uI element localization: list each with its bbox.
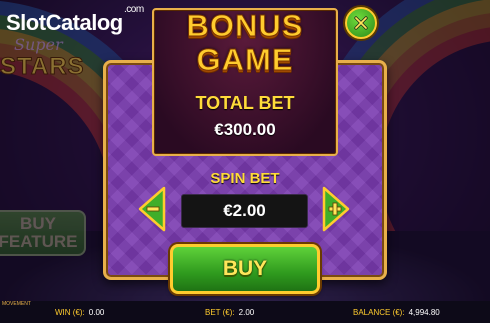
decrease-bet-button[interactable] [136, 186, 166, 232]
dialog-title-line1: BONUS [186, 8, 304, 44]
status-bet-label: BET (€): [205, 308, 235, 317]
status-bet-value: 2.00 [238, 308, 255, 317]
dialog-title-line2: GAME [196, 42, 294, 78]
close-icon [354, 16, 368, 30]
status-balance: BALANCE (€): 4,994.80 [353, 308, 440, 317]
status-balance-label: BALANCE (€): [353, 308, 405, 317]
plus-icon [322, 186, 350, 232]
status-balance-value: 4,994.80 [408, 308, 440, 317]
watermark-logo: SlotCatalog .com [6, 4, 144, 36]
total-bet-value: €300.00 [214, 120, 276, 139]
status-bet: BET (€): 2.00 [205, 308, 254, 317]
spin-bet-label: SPIN BET [210, 170, 280, 187]
buy-button[interactable]: BUY [170, 244, 320, 294]
status-win: WIN (€): 0.00 [55, 308, 104, 317]
status-win-label: WIN (€): [55, 308, 85, 317]
minus-icon [138, 186, 166, 232]
close-button[interactable] [345, 7, 377, 39]
watermark-brand-part2: Catalog [45, 10, 124, 35]
game-stage: Super STARS BUY FEATURE SlotCatalog .com… [0, 0, 490, 323]
watermark-brand-suffix: .com [124, 4, 144, 15]
watermark-brand-part1: Slot [6, 10, 46, 35]
increase-bet-button[interactable] [322, 186, 352, 232]
total-bet-label: TOTAL BET [195, 93, 295, 113]
status-win-value: 0.00 [88, 308, 105, 317]
status-mode-label: MOVEMENT [2, 301, 31, 307]
spin-bet-value: €2.00 [181, 194, 308, 228]
status-bar: MOVEMENT WIN (€): 0.00 BET (€): 2.00 BALAN… [0, 301, 490, 323]
